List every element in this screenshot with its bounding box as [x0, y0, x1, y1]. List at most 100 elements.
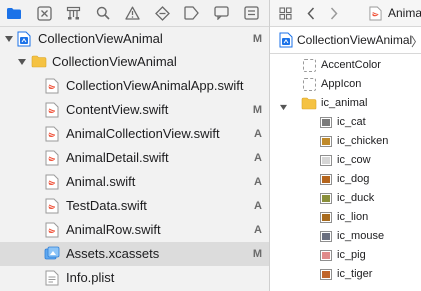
color-set-icon	[303, 59, 316, 72]
asset-label: AccentColor	[321, 59, 381, 71]
tree-row-file[interactable]: TestData.swift A	[0, 194, 269, 218]
tab-animal[interactable]: Anima	[369, 0, 421, 26]
swift-file-icon	[45, 102, 59, 118]
swift-file-icon	[45, 174, 59, 190]
editor-tab-bar: Anima	[270, 0, 421, 26]
scm-status-badge: M	[252, 104, 262, 116]
asset-label: ic_pig	[337, 249, 366, 261]
asset-label: ic_tiger	[337, 268, 373, 280]
tree-row-project[interactable]: CollectionViewAnimal M	[0, 27, 269, 51]
asset-label: ic_dog	[337, 173, 370, 185]
tree-label: CollectionViewAnimal	[52, 54, 177, 69]
swift-file-icon	[45, 126, 59, 142]
asset-catalog-icon	[44, 246, 60, 262]
disclosure-down-icon[interactable]	[279, 99, 288, 114]
xmark-box-icon[interactable]	[33, 2, 55, 24]
tree-label: CollectionViewAnimal	[38, 31, 163, 46]
asset-row-folder[interactable]: ic_animal	[270, 94, 421, 113]
asset-row-image[interactable]: ic_duck	[270, 189, 421, 208]
jump-bar-project-label[interactable]: CollectionViewAnimal	[297, 33, 412, 47]
editor-pane: Anima CollectionViewAnimal 〉 AccentColor…	[270, 0, 421, 291]
chevron-left-icon[interactable]	[301, 3, 321, 23]
asset-label: ic_duck	[337, 192, 375, 204]
search-icon[interactable]	[92, 2, 114, 24]
image-set-thumbnail	[320, 193, 332, 204]
image-set-thumbnail	[320, 174, 332, 185]
scm-status-badge: M	[252, 248, 262, 260]
folder-icon[interactable]	[3, 2, 25, 24]
warning-icon[interactable]	[121, 2, 143, 24]
navigator-toolbar	[0, 0, 269, 26]
swift-file-icon	[45, 78, 59, 94]
asset-row-image[interactable]: ic_tiger	[270, 265, 421, 284]
tree-label: Animal.swift	[66, 174, 136, 189]
tree-row-file[interactable]: ContentView.swift M	[0, 98, 269, 122]
disclosure-down-icon[interactable]	[17, 57, 27, 67]
asset-label: ic_chicken	[337, 135, 389, 147]
hierarchy-icon[interactable]	[62, 2, 84, 24]
asset-label: ic_mouse	[337, 230, 385, 242]
folder-icon	[301, 97, 317, 113]
tree-label: AnimalRow.swift	[66, 222, 161, 237]
project-icon	[279, 32, 293, 48]
swift-file-icon	[45, 150, 59, 166]
tab-label: Anima	[388, 6, 421, 20]
image-set-thumbnail	[320, 269, 332, 280]
image-set-thumbnail	[320, 117, 332, 128]
asset-label: AppIcon	[321, 78, 362, 90]
asset-row-image[interactable]: ic_cow	[270, 151, 421, 170]
grid-icon[interactable]	[275, 3, 295, 23]
comment-icon[interactable]	[210, 2, 232, 24]
tree-label: ContentView.swift	[66, 102, 169, 117]
tree-row-file[interactable]: AnimalRow.swift A	[0, 218, 269, 242]
asset-row-image[interactable]: ic_dog	[270, 170, 421, 189]
tree-label: CollectionViewAnimalApp.swift	[66, 78, 244, 93]
tree-row-file[interactable]: AnimalCollectionView.swift A	[0, 122, 269, 146]
scm-status-badge: A	[254, 128, 262, 140]
diamond-icon[interactable]	[151, 2, 173, 24]
jump-bar-separator	[270, 53, 421, 54]
list-icon[interactable]	[240, 2, 262, 24]
swift-file-icon	[369, 6, 382, 21]
tree-row-file[interactable]: CollectionViewAnimalApp.swift	[0, 74, 269, 98]
jump-bar[interactable]: CollectionViewAnimal 〉	[270, 27, 421, 53]
tree-label: AnimalDetail.swift	[66, 150, 169, 165]
folder-icon	[31, 55, 47, 71]
swift-file-icon	[45, 222, 59, 238]
tree-row-file[interactable]: Animal.swift A	[0, 170, 269, 194]
scm-status-badge: A	[254, 200, 262, 212]
asset-row-image[interactable]: ic_cat	[270, 113, 421, 132]
image-set-thumbnail	[320, 136, 332, 147]
tree-row-file[interactable]: Info.plist	[0, 266, 269, 290]
scm-status-badge: A	[254, 224, 262, 236]
asset-row-image[interactable]: ic_chicken	[270, 132, 421, 151]
asset-label: ic_lion	[337, 211, 369, 223]
disclosure-down-icon[interactable]	[4, 34, 14, 44]
tree-label: Assets.xcassets	[66, 246, 160, 261]
tree-label: AnimalCollectionView.swift	[66, 126, 220, 141]
chevron-right-icon[interactable]	[324, 3, 344, 23]
scm-status-badge: A	[254, 152, 262, 164]
asset-row-image[interactable]: ic_mouse	[270, 227, 421, 246]
asset-row-image[interactable]: ic_lion	[270, 208, 421, 227]
tree-row-group[interactable]: CollectionViewAnimal	[0, 50, 269, 74]
image-set-thumbnail	[320, 212, 332, 223]
asset-row-appicon[interactable]: AppIcon	[270, 75, 421, 94]
tag-icon[interactable]	[180, 2, 202, 24]
asset-label: ic_animal	[321, 97, 368, 109]
tree-row-file[interactable]: AnimalDetail.swift A	[0, 146, 269, 170]
tree-label: TestData.swift	[66, 198, 147, 213]
image-set-thumbnail	[320, 155, 332, 166]
scm-status-badge: M	[252, 33, 262, 45]
scm-status-badge: A	[254, 176, 262, 188]
asset-row-accentcolor[interactable]: AccentColor	[270, 56, 421, 75]
image-set-thumbnail	[320, 231, 332, 242]
app-icon-set-icon	[303, 78, 316, 91]
swift-file-icon	[45, 198, 59, 214]
tree-row-assets[interactable]: Assets.xcassets M	[0, 242, 269, 266]
asset-label: ic_cat	[337, 116, 366, 128]
project-icon	[17, 31, 31, 47]
image-set-thumbnail	[320, 250, 332, 261]
tree-label: Info.plist	[66, 270, 115, 285]
asset-row-image[interactable]: ic_pig	[270, 246, 421, 265]
